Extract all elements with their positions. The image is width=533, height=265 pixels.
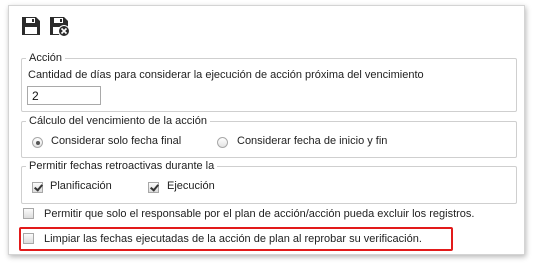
- radio-start-end-date-label: Considerar fecha de inicio y fin: [237, 135, 388, 147]
- accion-legend: Acción: [29, 52, 63, 64]
- responsable-checkbox[interactable]: [23, 208, 34, 219]
- save-icon[interactable]: [20, 15, 42, 37]
- limpiar-checkbox[interactable]: [23, 233, 34, 244]
- save-close-icon[interactable]: [48, 15, 70, 37]
- radio-end-date[interactable]: [32, 137, 43, 148]
- fechas-legend: Permitir fechas retroactivas durante la: [29, 160, 215, 172]
- radio-start-end-date[interactable]: [217, 137, 228, 148]
- calculo-legend: Cálculo del vencimiento de la acción: [29, 115, 207, 127]
- ejecucion-label: Ejecución: [167, 180, 215, 192]
- ejecucion-checkbox[interactable]: [148, 182, 159, 193]
- settings-panel: Acción Cantidad de días para considerar …: [8, 5, 525, 255]
- days-label: Cantidad de días para considerar la ejec…: [28, 69, 424, 81]
- days-input[interactable]: [27, 86, 101, 105]
- radio-end-date-label: Considerar solo fecha final: [51, 135, 182, 147]
- limpiar-label: Limpiar las fechas ejecutadas de la acci…: [44, 233, 422, 245]
- planificacion-label: Planificación: [50, 180, 112, 192]
- planificacion-checkbox[interactable]: [32, 182, 43, 193]
- responsable-label: Permitir que solo el responsable por el …: [44, 208, 475, 220]
